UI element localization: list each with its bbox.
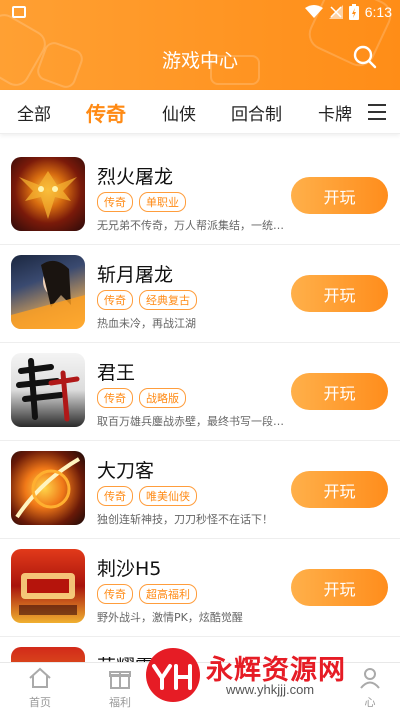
game-description: 无兄弟不传奇，万人帮派集结，一统…: [97, 219, 284, 232]
game-row[interactable]: 烈火屠龙 传奇 单职业 无兄弟不传奇，万人帮派集结，一统… 开玩: [0, 147, 400, 245]
blade-game-icon: [11, 451, 85, 525]
game-tag: 传奇: [97, 290, 133, 310]
game-list: 烈火屠龙 传奇 单职业 无兄弟不传奇，万人帮派集结，一统… 开玩 斩月屠龙 传奇…: [0, 137, 400, 662]
game-name: 君王: [97, 362, 136, 384]
game-row[interactable]: 斩月屠龙 传奇 经典复古 热血未冷，再战江湖 开玩: [0, 245, 400, 343]
nav-home-label: 首页: [29, 696, 51, 709]
menu-icon[interactable]: [368, 104, 386, 120]
tab-legend[interactable]: 传奇: [86, 98, 126, 127]
search-icon[interactable]: [352, 44, 378, 70]
game-description: 取百万雄兵鏖战赤壁，最终书写一段…: [97, 415, 284, 428]
status-time: 6:13: [364, 4, 392, 20]
battery-charging-icon: [348, 4, 359, 20]
page-title: 游戏中心: [161, 50, 238, 72]
game-tag: 传奇: [97, 192, 133, 212]
game-description: 独创连斩神技，刀刀秒怪不在话下！: [97, 513, 273, 526]
game-tag: 战略版: [139, 388, 186, 408]
game-row[interactable]: 刺沙H5 传奇 超高福利 野外战斗，激情PK，炫酷觉醒 开玩: [0, 539, 400, 637]
calligraphy-game-icon: [11, 353, 85, 427]
game-name: 烈火屠龙: [97, 166, 174, 188]
play-button[interactable]: 开玩: [291, 471, 388, 508]
play-button[interactable]: 开玩: [291, 177, 388, 214]
game-name: 大刀客: [97, 460, 155, 482]
watermark-logo-icon: [146, 648, 200, 702]
warrior-woman-game-icon: [11, 255, 85, 329]
tab-card[interactable]: 卡牌: [318, 100, 352, 125]
game-name: 刺沙H5: [97, 558, 162, 580]
game-tag: 单职业: [139, 192, 186, 212]
game-row[interactable]: 君王 传奇 战略版 取百万雄兵鏖战赤壁，最终书写一段… 开玩: [0, 343, 400, 441]
tab-all[interactable]: 全部: [17, 100, 51, 125]
home-icon: [29, 667, 51, 688]
watermark-url: www.yhkjjj.com: [226, 682, 315, 697]
game-name: 斩月屠龙: [97, 264, 174, 286]
game-tag: 超高福利: [139, 584, 197, 604]
watermark: 永辉资源网 www.yhkjjj.com: [144, 644, 392, 706]
tab-turn-based[interactable]: 回合制: [231, 100, 282, 125]
game-tag: 经典复古: [139, 290, 197, 310]
gift-icon: [109, 671, 131, 689]
wifi-icon: [304, 5, 323, 18]
play-button[interactable]: 开玩: [291, 275, 388, 312]
image-notification-icon: [12, 6, 26, 18]
app-header: 6:13 游戏中心: [0, 0, 400, 90]
glory-game-icon: [11, 647, 85, 662]
game-row[interactable]: 大刀客 传奇 唯美仙侠 独创连斩神技，刀刀秒怪不在话下！ 开玩: [0, 441, 400, 539]
game-tag: 传奇: [97, 388, 133, 408]
game-description: 热血未冷，再战江湖: [97, 317, 196, 330]
nav-welfare-label: 福利: [109, 696, 131, 709]
game-tag: 唯美仙侠: [139, 486, 197, 506]
nav-welfare[interactable]: 福利: [90, 667, 150, 710]
game-tag: 传奇: [97, 486, 133, 506]
game-tag: 传奇: [97, 584, 133, 604]
play-button[interactable]: 开玩: [291, 373, 388, 410]
dragon-game-icon: [11, 157, 85, 231]
category-tabs: 全部 传奇 仙侠 回合制 卡牌: [0, 90, 400, 134]
no-signal-icon: [328, 5, 343, 19]
status-bar: 6:13: [0, 0, 400, 26]
play-button[interactable]: 开玩: [291, 569, 388, 606]
game-description: 野外战斗，激情PK，炫酷觉醒: [97, 611, 243, 624]
red-game-icon: [11, 549, 85, 623]
tab-xianxia[interactable]: 仙侠: [162, 100, 196, 125]
nav-home[interactable]: 首页: [10, 667, 70, 710]
